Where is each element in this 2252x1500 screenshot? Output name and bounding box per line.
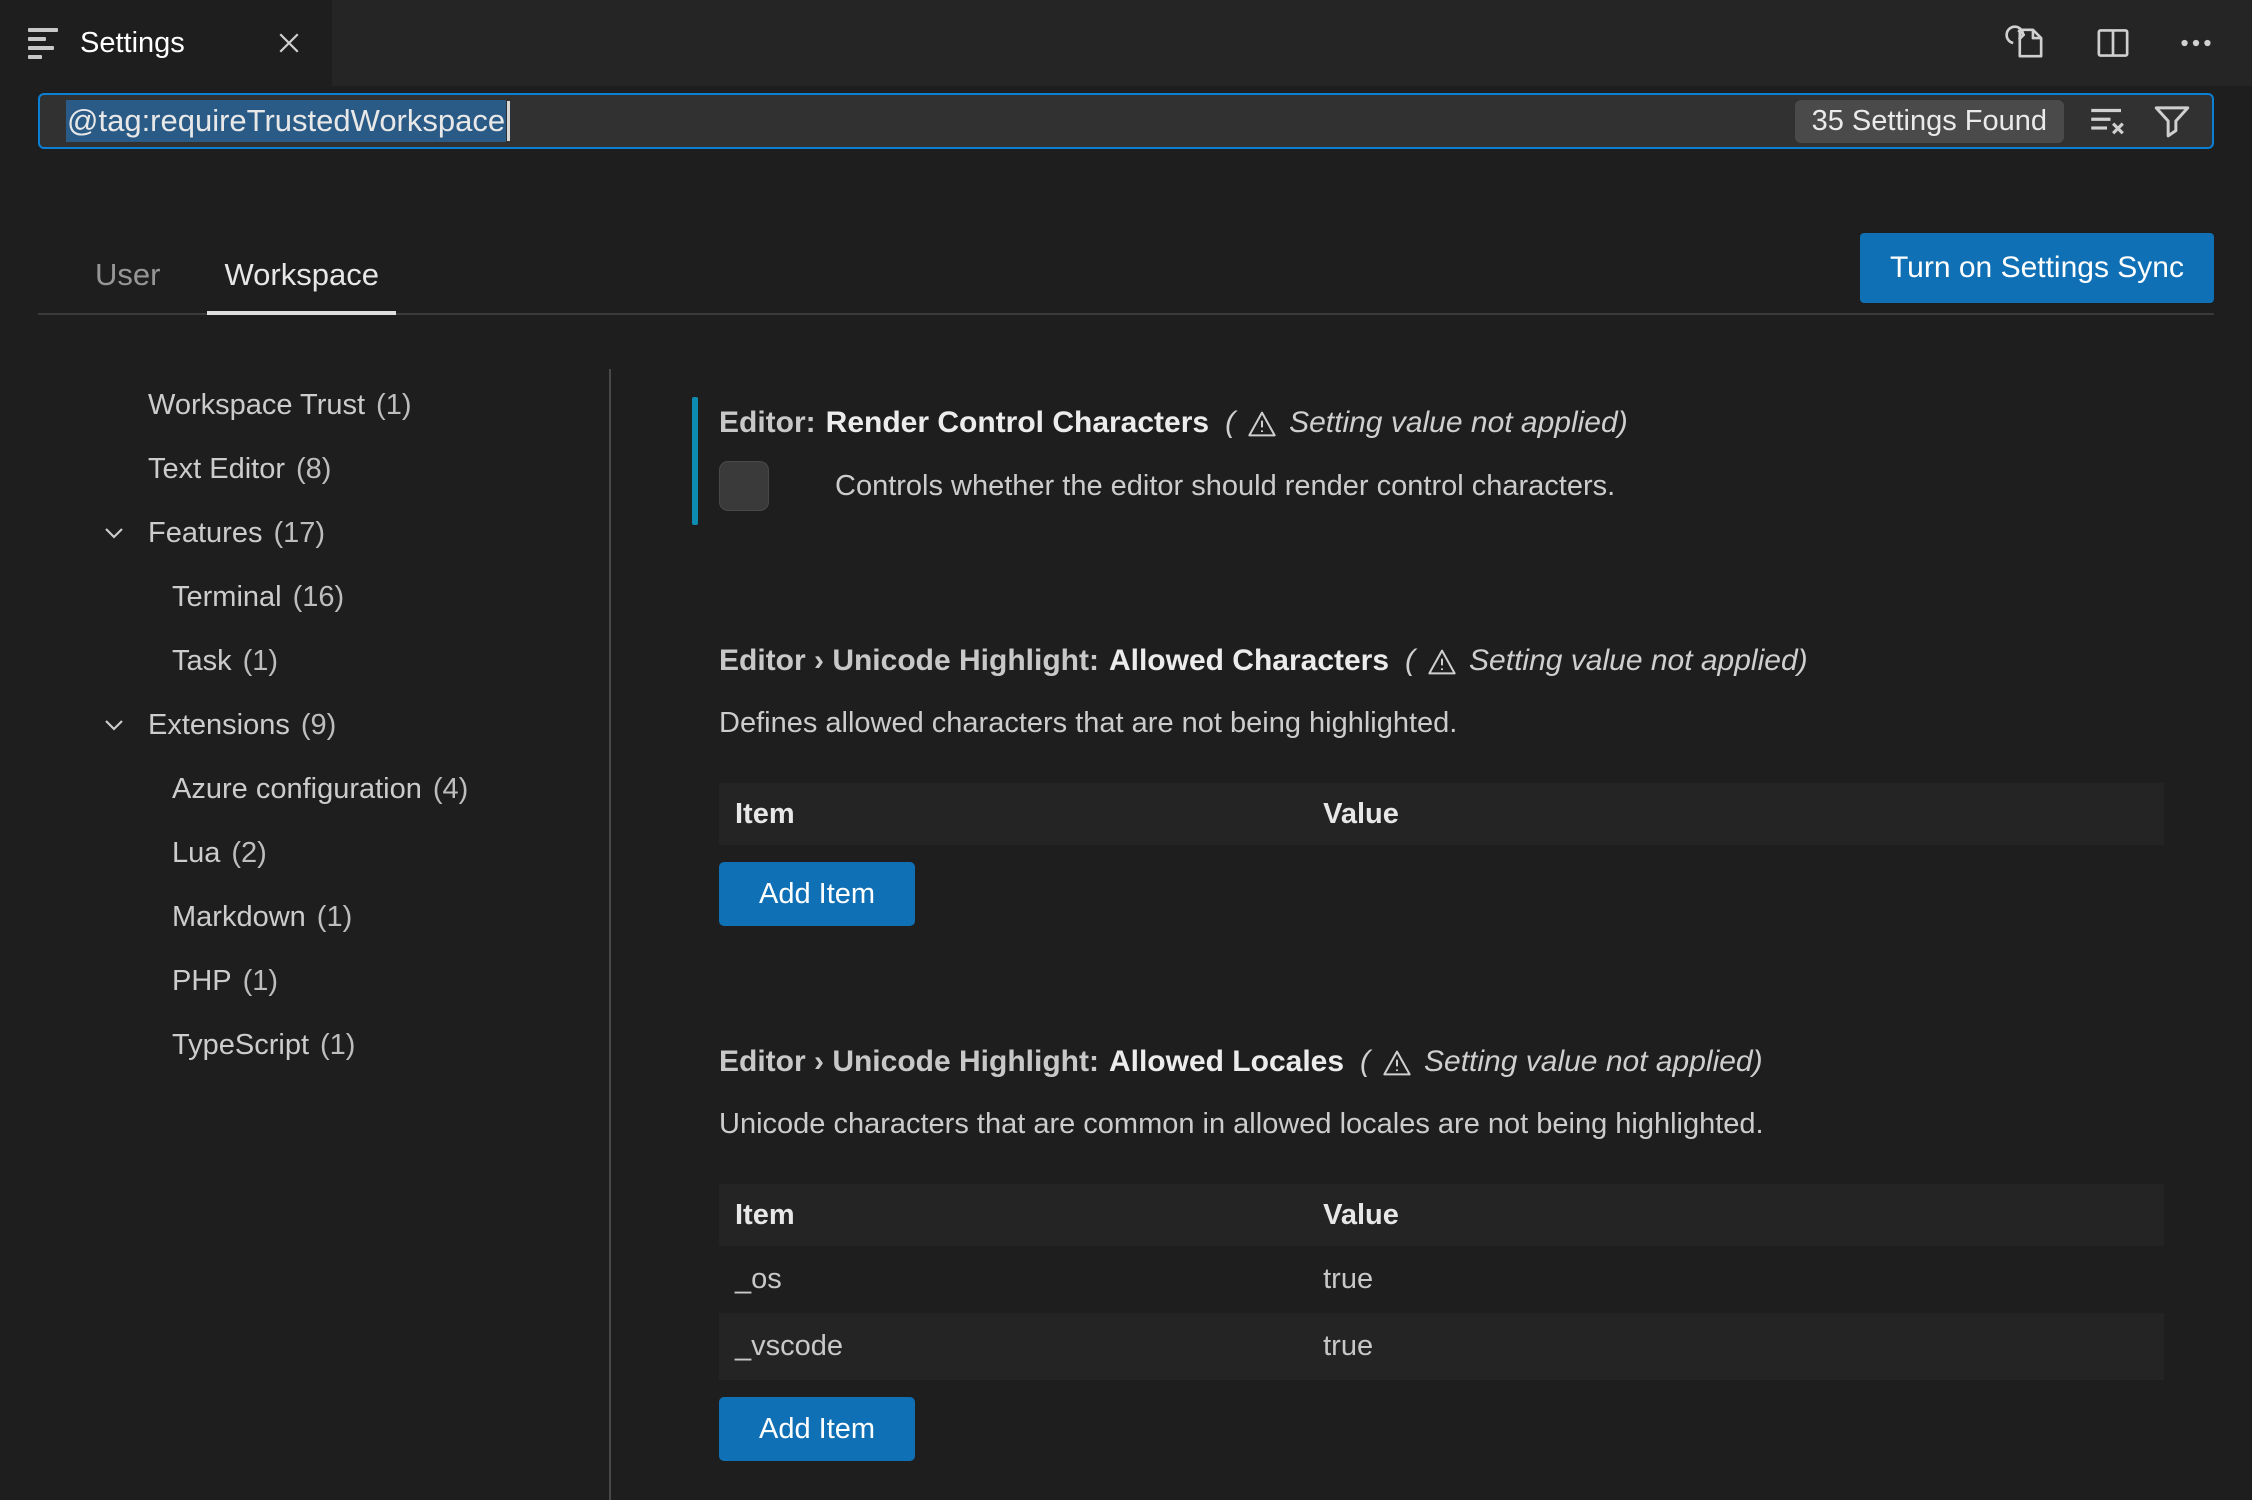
allowed-locales-table: Item Value _os true _vscode true xyxy=(719,1184,2164,1380)
search-query-selected-text: @tag:requireTrustedWorkspace xyxy=(66,100,507,142)
open-settings-json-icon[interactable] xyxy=(2004,20,2052,66)
setting-editor-render-control-characters: Editor: Render Control Characters ( Sett… xyxy=(692,397,2164,525)
toc-item-task[interactable]: Task (1) xyxy=(38,629,609,693)
settings-found-badge: 35 Settings Found xyxy=(1794,99,2064,143)
setting-annotation: ( Setting value not applied ) xyxy=(1225,406,1628,440)
warning-triangle-icon xyxy=(1379,1047,1415,1079)
settings-list: Editor: Render Control Characters ( Sett… xyxy=(611,315,2214,1500)
toc-item-text-editor[interactable]: Text Editor (8) xyxy=(38,437,609,501)
render-control-characters-checkbox[interactable] xyxy=(719,461,769,511)
toc-item-extensions[interactable]: Extensions (9) xyxy=(38,693,609,757)
setting-description: Defines allowed characters that are not … xyxy=(719,707,1458,739)
more-actions-icon[interactable] xyxy=(2174,23,2218,63)
setting-title: Editor › Unicode Highlight: Allowed Char… xyxy=(719,639,2164,683)
setting-description: Unicode characters that are common in al… xyxy=(719,1108,1764,1140)
tab-title: Settings xyxy=(80,26,185,59)
toc-item-php[interactable]: PHP (1) xyxy=(38,949,609,1013)
clear-search-results-icon[interactable] xyxy=(2084,100,2130,142)
setting-unicode-highlight-allowed-locales: Editor › Unicode Highlight: Allowed Loca… xyxy=(719,1040,2164,1461)
filter-icon[interactable] xyxy=(2150,100,2194,142)
editor-tab-strip: Settings xyxy=(0,0,2252,86)
table-header-row: Item Value xyxy=(719,1184,2164,1246)
close-icon[interactable] xyxy=(274,28,304,58)
allowed-characters-table: Item Value xyxy=(719,783,2164,845)
toc-item-terminal[interactable]: Terminal (16) xyxy=(38,565,609,629)
warning-triangle-icon xyxy=(1244,408,1280,440)
settings-toc: Workspace Trust (1) Text Editor (8) Featur… xyxy=(38,315,609,1500)
table-row[interactable]: _vscode true xyxy=(719,1313,2164,1380)
toc-item-azure-configuration[interactable]: Azure configuration (4) xyxy=(38,757,609,821)
turn-on-settings-sync-button[interactable]: Turn on Settings Sync xyxy=(1859,233,2214,303)
scope-tab-user[interactable]: User xyxy=(78,257,177,313)
setting-title: Editor › Unicode Highlight: Allowed Loca… xyxy=(719,1040,2164,1084)
chevron-down-icon[interactable] xyxy=(98,517,130,549)
setting-unicode-highlight-allowed-characters: Editor › Unicode Highlight: Allowed Char… xyxy=(719,639,2164,926)
toc-item-typescript[interactable]: TypeScript (1) xyxy=(38,1013,609,1077)
toc-item-lua[interactable]: Lua (2) xyxy=(38,821,609,885)
table-header-row: Item Value xyxy=(719,783,2164,845)
setting-annotation: ( Setting value not applied ) xyxy=(1405,644,1808,678)
settings-sliders-icon xyxy=(28,27,64,59)
add-item-button[interactable]: Add Item xyxy=(719,862,916,926)
split-editor-icon[interactable] xyxy=(2090,21,2136,65)
warning-triangle-icon xyxy=(1424,646,1460,678)
chevron-down-icon[interactable] xyxy=(98,709,130,741)
tab-settings[interactable]: Settings xyxy=(0,0,332,86)
settings-search-input[interactable]: @tag:requireTrustedWorkspace 35 Settings… xyxy=(38,93,2214,149)
add-item-button[interactable]: Add Item xyxy=(719,1397,916,1461)
setting-title: Editor: Render Control Characters ( Sett… xyxy=(719,401,2164,445)
setting-annotation: ( Setting value not applied ) xyxy=(1360,1045,1763,1079)
text-cursor xyxy=(507,101,511,141)
toc-item-markdown[interactable]: Markdown (1) xyxy=(38,885,609,949)
table-row[interactable]: _os true xyxy=(719,1246,2164,1313)
toc-item-features[interactable]: Features (17) xyxy=(38,501,609,565)
toc-item-workspace-trust[interactable]: Workspace Trust (1) xyxy=(38,373,609,437)
scope-tab-workspace[interactable]: Workspace xyxy=(207,257,396,315)
setting-description: Controls whether the editor should rende… xyxy=(835,469,1616,502)
scope-switcher-row: User Workspace Turn on Settings Sync xyxy=(38,233,2214,315)
editor-actions xyxy=(2004,0,2252,86)
